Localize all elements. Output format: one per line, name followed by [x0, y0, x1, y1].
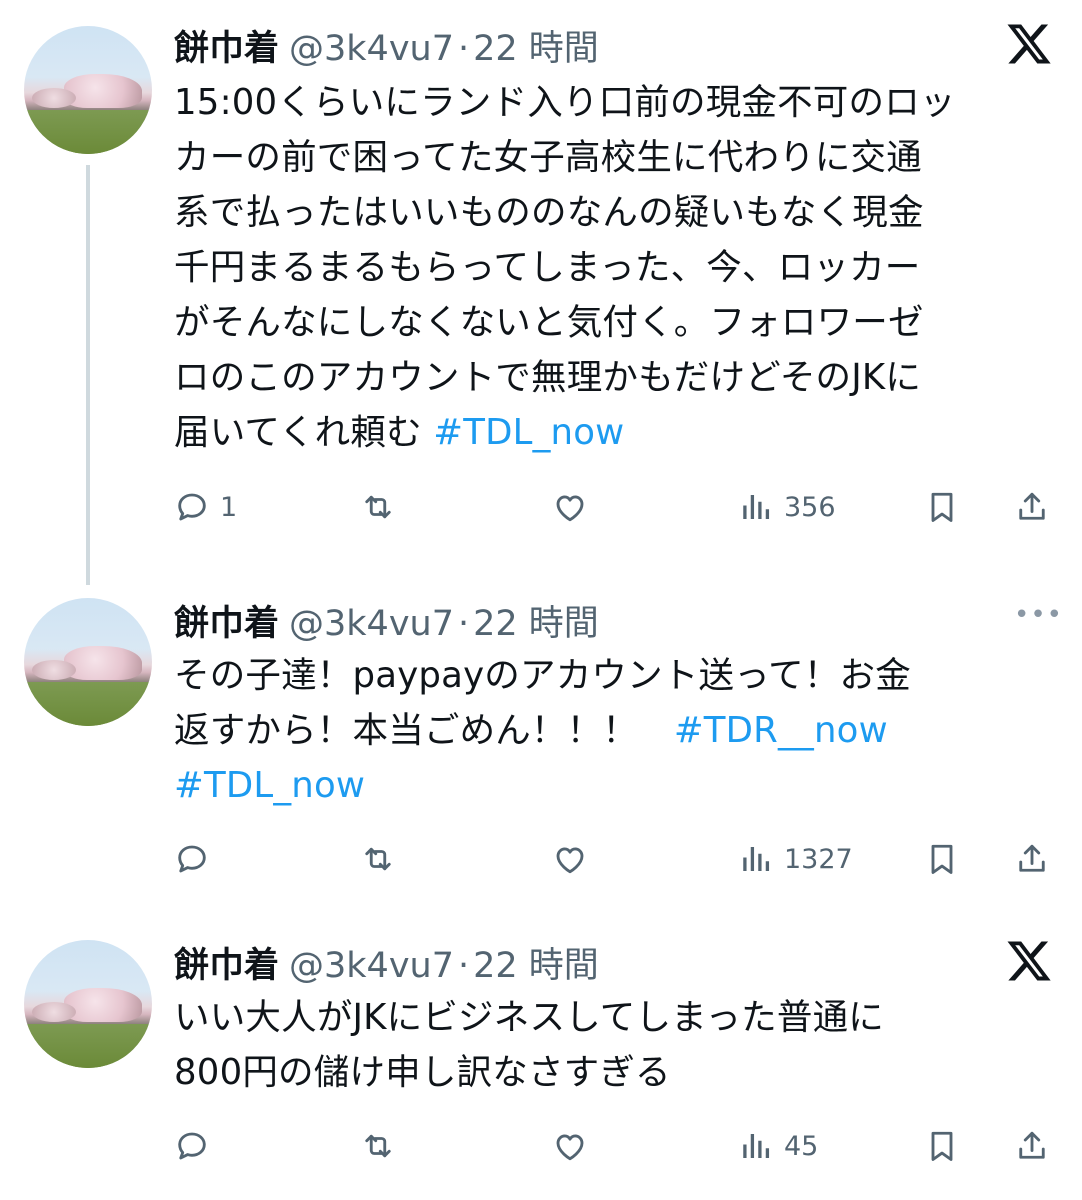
action-bar: 1327 — [174, 835, 1054, 883]
separator-dot: · — [457, 29, 470, 69]
display-name[interactable]: 餅巾着 — [174, 20, 279, 71]
views-button[interactable]: 1327 — [738, 835, 853, 883]
reply-button[interactable]: 1 — [174, 483, 237, 531]
views-chart-icon — [743, 847, 770, 871]
heart-icon — [556, 847, 584, 874]
tweet-text-line: がそんなにしなくないと気付く。フォロワーゼ — [174, 302, 924, 343]
tweet-text-line: 15:00くらいにランド入り口前の現金不可のロッ — [174, 82, 956, 123]
share-button[interactable] — [1014, 483, 1050, 531]
heart-icon — [556, 1134, 584, 1161]
reply-button[interactable] — [174, 835, 210, 883]
bookmark-button[interactable] — [924, 483, 960, 531]
view-count: 1327 — [784, 843, 853, 875]
bookmark-button[interactable] — [924, 1122, 960, 1170]
tweet-text-fragment: 返すから！本当ごめん！！！ — [174, 710, 674, 751]
share-button[interactable] — [1014, 1122, 1050, 1170]
tweet-text-line: ロのこのアカウントで無理かもだけどそのJKに — [174, 357, 922, 398]
reply-icon — [178, 493, 206, 521]
views-button[interactable]: 45 — [738, 1122, 818, 1170]
view-count: 45 — [784, 1130, 819, 1162]
views-chart-icon — [743, 495, 770, 519]
avatar-blossom-small — [32, 88, 76, 108]
hashtag-link[interactable]: #TDL_now — [174, 765, 365, 806]
view-count: 356 — [784, 491, 836, 523]
reply-icon — [178, 845, 206, 873]
like-button[interactable] — [552, 1122, 588, 1170]
tweet-header: 餅巾着 @3k4vu7 · 22 時間 — [174, 595, 599, 644]
timestamp[interactable]: 22 時間 — [473, 20, 599, 71]
user-handle[interactable]: @3k4vu7 — [289, 604, 454, 644]
repost-icon — [365, 847, 391, 871]
tweet-text-line: 系で払ったはいいもののなんの疑いもなく現金 — [174, 192, 924, 233]
share-icon — [1019, 844, 1045, 872]
reply-button[interactable] — [174, 1122, 210, 1170]
tweet-text-line: 届いてくれ頼む #TDL_now — [174, 405, 1034, 460]
tweet-header: 餅巾着 @3k4vu7 · 22 時間 — [174, 937, 599, 986]
repost-icon — [365, 495, 391, 519]
tweet-header: 餅巾着 @3k4vu7 · 22 時間 — [174, 20, 599, 69]
tweet-text: 15:00くらいにランド入り口前の現金不可のロッ カーの前で困ってた女子高校生に… — [174, 75, 1034, 460]
bookmark-icon — [931, 492, 953, 522]
action-bar: 1 356 — [174, 483, 1054, 531]
more-options-icon[interactable]: ••• — [1014, 600, 1063, 630]
timestamp[interactable]: 22 時間 — [473, 937, 599, 988]
x-logo-icon — [1007, 941, 1051, 981]
avatar-grass — [24, 682, 152, 726]
avatar-grass — [24, 1024, 152, 1068]
display-name[interactable]: 餅巾着 — [174, 595, 279, 646]
separator-dot: · — [457, 604, 470, 644]
timestamp[interactable]: 22 時間 — [473, 595, 599, 646]
separator-dot: · — [457, 946, 470, 986]
thread-connector-line — [86, 165, 90, 585]
repost-button[interactable] — [360, 1122, 396, 1170]
avatar-blossom-small — [32, 660, 76, 680]
hashtag-link[interactable]: #TDL_now — [433, 412, 624, 453]
share-icon — [1019, 1131, 1045, 1159]
views-button[interactable]: 356 — [738, 483, 836, 531]
x-logo-icon — [1007, 24, 1051, 64]
avatar[interactable] — [24, 940, 152, 1068]
share-icon — [1019, 492, 1045, 520]
avatar-blossom — [64, 988, 142, 1022]
bookmark-button[interactable] — [924, 835, 960, 883]
reply-icon — [178, 1132, 206, 1160]
tweet-text: いい大人がJKにビジネスしてしまった普通に 800円の儲け申し訳なさすぎる — [174, 990, 1034, 1100]
tweet-text-line: 返すから！本当ごめん！！！ #TDR__now — [174, 703, 1034, 758]
avatar-blossom — [64, 74, 142, 108]
repost-button[interactable] — [360, 835, 396, 883]
avatar[interactable] — [24, 598, 152, 726]
bookmark-icon — [931, 844, 953, 874]
user-handle[interactable]: @3k4vu7 — [289, 946, 454, 986]
repost-icon — [365, 1134, 391, 1158]
avatar-blossom-small — [32, 1002, 76, 1022]
repost-button[interactable] — [360, 483, 396, 531]
user-handle[interactable]: @3k4vu7 — [289, 29, 454, 69]
tweet-text-line: #TDL_now — [174, 758, 1034, 813]
avatar[interactable] — [24, 26, 152, 154]
like-button[interactable] — [552, 483, 588, 531]
display-name[interactable]: 餅巾着 — [174, 937, 279, 988]
tweet-text-fragment: 届いてくれ頼む — [174, 412, 434, 453]
share-button[interactable] — [1014, 835, 1050, 883]
heart-icon — [556, 495, 584, 522]
tweet-text-line: カーの前で困ってた女子高校生に代わりに交通 — [174, 137, 922, 178]
avatar-blossom — [64, 646, 142, 680]
tweet-text-line: 800円の儲け申し訳なさすぎる — [174, 1052, 671, 1093]
bookmark-icon — [931, 1131, 953, 1161]
tweet-text-line: いい大人がJKにビジネスしてしまった普通に — [174, 997, 884, 1038]
action-bar: 45 — [174, 1122, 1054, 1170]
views-chart-icon — [743, 1134, 770, 1158]
tweet-text-line: その子達！paypayのアカウント送って！お金 — [174, 655, 911, 696]
reply-count: 1 — [220, 491, 238, 523]
avatar-grass — [24, 110, 152, 154]
like-button[interactable] — [552, 835, 588, 883]
tweet-text-line: 千円まるまるもらってしまった、今、ロッカー — [174, 247, 921, 288]
tweet-text: その子達！paypayのアカウント送って！お金 返すから！本当ごめん！！！ #T… — [174, 648, 1034, 813]
hashtag-link[interactable]: #TDR__now — [674, 710, 888, 751]
